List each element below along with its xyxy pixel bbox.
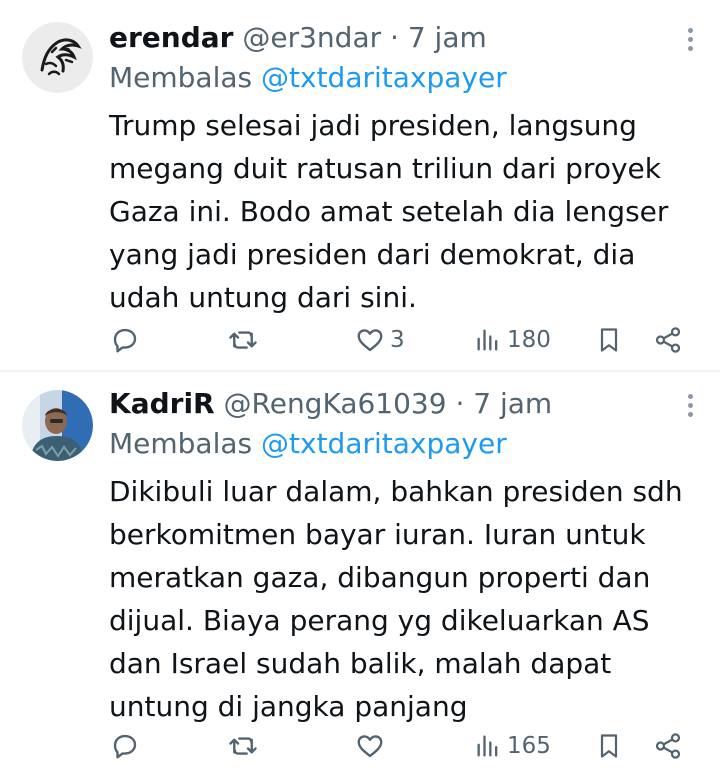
timestamp[interactable]: 7 jam (408, 21, 487, 54)
reply-context: Membalas @txtdaritaxpayer (109, 426, 507, 462)
reply-icon (113, 328, 137, 353)
retweet-button[interactable] (227, 728, 259, 764)
reply-prefix: Membalas (109, 427, 253, 460)
more-vertical-icon[interactable] (686, 28, 694, 54)
reply-handle-link[interactable]: @txtdaritaxpayer (261, 61, 507, 94)
tweet-line: meratkan gaza, dibangun properti dan (109, 561, 651, 594)
display-name[interactable]: erendar (109, 21, 233, 54)
tweet-line: Gaza ini. Bodo amat setelah dia lengser (109, 195, 669, 228)
tweet-line: Dikibuli luar dalam, bahkan presiden sdh (109, 475, 683, 508)
more-vertical-icon[interactable] (686, 394, 694, 420)
bookmark-icon (600, 734, 618, 758)
reply-handle-link[interactable]: @txtdaritaxpayer (261, 427, 507, 460)
separator: · (390, 21, 399, 54)
user-handle[interactable]: @RengKa61039 (224, 387, 447, 420)
tweet-line: berkomitmen bayar iuran. Iuran untuk (109, 518, 646, 551)
retweet-icon (229, 331, 257, 349)
tweet-line: dan Israel sudah balik, malah dapat (109, 647, 612, 680)
views-button[interactable]: 165 (474, 728, 551, 764)
avatar[interactable] (22, 22, 93, 93)
reply-button[interactable] (110, 728, 140, 764)
action-bar: 3 180 (0, 322, 720, 358)
bookmark-button[interactable] (595, 728, 623, 764)
share-icon (655, 327, 681, 353)
tweet-line: megang duit ratusan triliun dari proyek (109, 152, 661, 185)
bookmark-icon (600, 328, 618, 352)
tweet-line: udah untung dari sini. (109, 281, 417, 314)
retweet-icon (229, 737, 257, 755)
views-count: 180 (507, 327, 551, 353)
display-name[interactable]: KadriR (109, 387, 215, 420)
views-count: 165 (507, 733, 551, 759)
tweet-line: Trump selesai jadi presiden, langsung (109, 109, 637, 142)
like-button[interactable] (355, 728, 390, 764)
tweet-text: Dikibuli luar dalam, bahkan presiden sdh… (109, 470, 709, 728)
eagle-sketch-icon (22, 22, 93, 93)
user-handle[interactable]: @er3ndar (242, 21, 381, 54)
tweet-line: yang jadi presiden dari demokrat, dia (109, 238, 636, 271)
tweet-header: KadriR @RengKa61039 · 7 jam (109, 386, 552, 422)
views-icon (477, 329, 498, 351)
share-icon (655, 733, 681, 759)
action-bar: 165 (0, 728, 720, 764)
tweet-line: dijual. Biaya perang yg dikeluarkan AS (109, 604, 650, 637)
bookmark-button[interactable] (595, 322, 623, 358)
separator: · (455, 387, 465, 420)
reply-prefix: Membalas (109, 61, 253, 94)
share-button[interactable] (653, 322, 683, 358)
heart-icon (357, 735, 383, 758)
tweet[interactable]: KadriR @RengKa61039 · 7 jam Membalas @tx… (0, 372, 720, 781)
tweet-line: untung di jangka panjang (109, 690, 468, 723)
reply-button[interactable] (110, 322, 140, 358)
tweet[interactable]: erendar @er3ndar · 7 jam Membalas @txtda… (0, 0, 720, 370)
retweet-button[interactable] (227, 322, 259, 358)
person-photo-icon (22, 390, 93, 461)
like-count: 3 (390, 327, 405, 353)
timestamp[interactable]: 7 jam (473, 387, 552, 420)
share-button[interactable] (653, 728, 683, 764)
views-icon (477, 735, 498, 757)
avatar[interactable] (22, 390, 93, 461)
tweet-header: erendar @er3ndar · 7 jam (109, 20, 487, 56)
reply-context: Membalas @txtdaritaxpayer (109, 60, 507, 96)
heart-icon (357, 329, 383, 352)
views-button[interactable]: 180 (474, 322, 551, 358)
tweet-text: Trump selesai jadi presiden, langsung me… (109, 104, 709, 319)
like-button[interactable]: 3 (355, 322, 405, 358)
reply-icon (113, 734, 137, 759)
